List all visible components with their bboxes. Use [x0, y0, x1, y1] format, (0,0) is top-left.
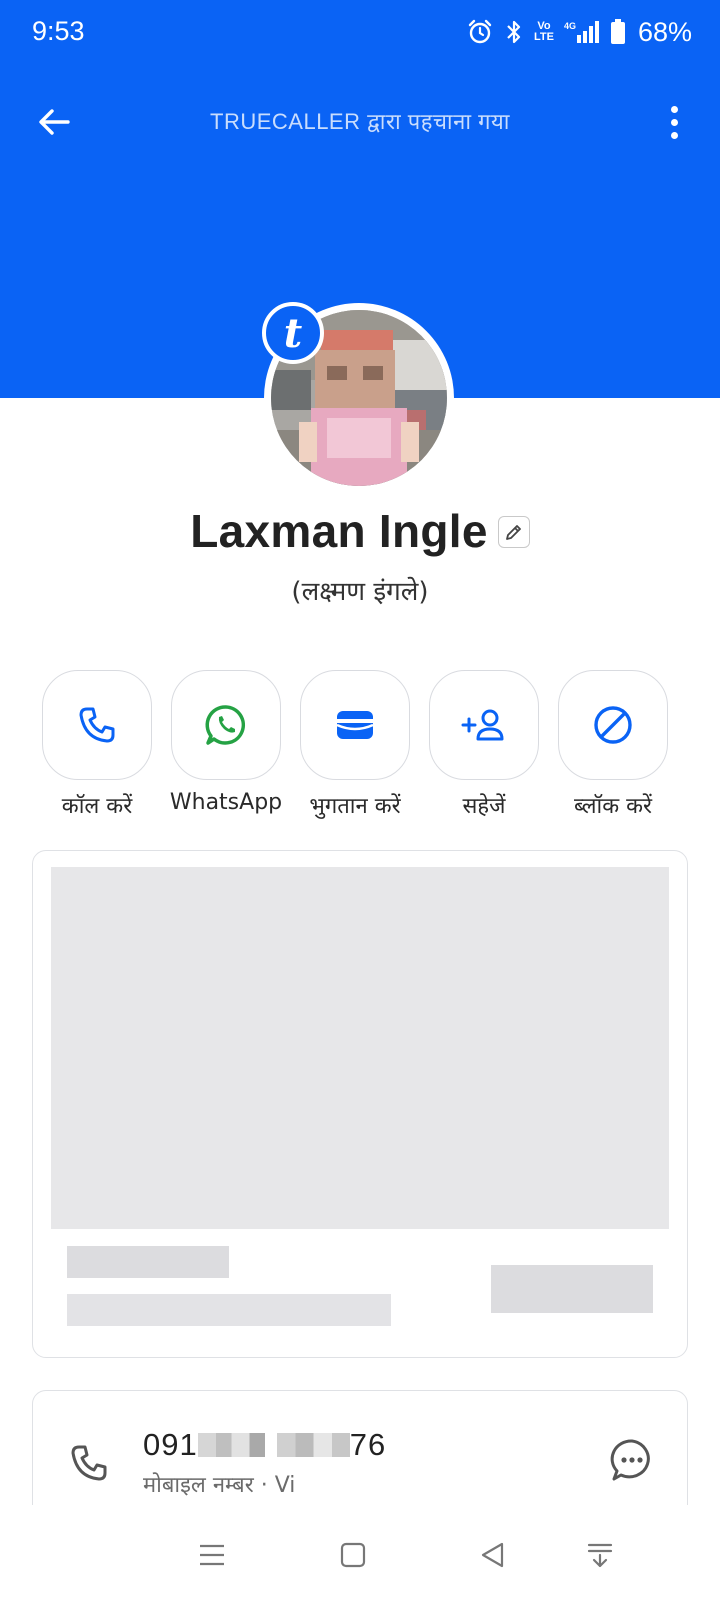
- home-nav-button[interactable]: [333, 1535, 373, 1575]
- wallet-icon: [336, 711, 374, 739]
- more-options-button[interactable]: [662, 100, 686, 144]
- message-button[interactable]: [609, 1437, 655, 1483]
- menu-nav-button[interactable]: [192, 1535, 232, 1575]
- whatsapp-button[interactable]: [171, 670, 281, 780]
- more-dot-icon: [670, 131, 678, 139]
- redacted-digits: [197, 1433, 350, 1457]
- identified-by-title: TRUECALLER द्वारा पहचाना गया: [210, 109, 510, 134]
- battery-icon: [610, 19, 625, 44]
- bluetooth-icon: [507, 20, 521, 44]
- contact-alt-name: (लक्ष्मण इंगले): [291, 577, 429, 607]
- truecaller-badge-icon: t: [262, 302, 324, 364]
- alarm-icon: [468, 19, 492, 44]
- notification-pull-button[interactable]: [580, 1535, 620, 1575]
- back-triangle-icon: [481, 1542, 504, 1568]
- pay-label: भुगतान करें: [309, 794, 401, 819]
- placeholder-button: [491, 1265, 653, 1313]
- name-row: Laxman Ingle: [0, 504, 720, 558]
- ad-placeholder-card: [32, 850, 688, 1358]
- back-nav-button[interactable]: [473, 1535, 513, 1575]
- pay-button[interactable]: [300, 670, 410, 780]
- block-action[interactable]: ब्लॉक करें: [548, 670, 678, 820]
- message-bubble-icon: [610, 1439, 650, 1481]
- call-button[interactable]: [42, 670, 152, 780]
- svg-text:4G: 4G: [564, 21, 576, 31]
- phone-icon: [79, 707, 115, 743]
- battery-percentage: 68%: [637, 16, 692, 47]
- whatsapp-label: WhatsApp: [169, 790, 283, 815]
- phone-number: 091 76: [143, 1427, 386, 1463]
- pencil-icon: [505, 525, 521, 540]
- home-square-icon: [340, 1542, 366, 1568]
- placeholder-subtitle: [67, 1294, 391, 1326]
- number-type-carrier: मोबाइल नम्बर · Vi: [143, 1473, 296, 1498]
- whatsapp-icon: [205, 705, 246, 745]
- block-button[interactable]: [558, 670, 668, 780]
- phone-icon: [71, 1445, 107, 1481]
- contact-name: Laxman Ingle: [190, 505, 488, 557]
- status-icons: Vo LTE 4G 68%: [466, 14, 692, 50]
- top-app-bar: TRUECALLER द्वारा पहचाना गया: [0, 88, 720, 152]
- status-bar: 9:53 Vo LTE 4G 68%: [0, 0, 720, 66]
- placeholder-title: [67, 1246, 229, 1278]
- status-time: 9:53: [32, 16, 85, 46]
- save-contact-button[interactable]: [429, 670, 539, 780]
- call-label: कॉल करें: [61, 794, 133, 819]
- menu-icon: [200, 1544, 224, 1566]
- phone-number-suffix: 76: [349, 1427, 387, 1462]
- signal-icon: 4G: [564, 21, 599, 43]
- save-action[interactable]: सहेजें: [419, 670, 549, 820]
- call-action[interactable]: कॉल करें: [32, 670, 162, 820]
- system-nav-bar: [0, 1515, 720, 1585]
- more-dot-icon: [670, 118, 678, 126]
- pay-action[interactable]: भुगतान करें: [290, 670, 420, 820]
- volte-icon: Vo LTE: [533, 20, 554, 43]
- whatsapp-action[interactable]: WhatsApp: [161, 670, 291, 815]
- block-label: ब्लॉक करें: [573, 794, 653, 819]
- action-row: कॉल करें WhatsApp भुगतान करें सहेजें ब्ल…: [42, 670, 682, 820]
- add-person-icon: [461, 709, 504, 741]
- save-label: सहेजें: [462, 794, 506, 819]
- call-number-button[interactable]: [67, 1441, 111, 1485]
- block-icon: [594, 706, 632, 744]
- phone-number-prefix: 091: [143, 1427, 198, 1462]
- placeholder-image: [51, 867, 669, 1229]
- pull-down-icon: [587, 1543, 613, 1568]
- edit-name-button[interactable]: [497, 516, 530, 548]
- more-dot-icon: [670, 105, 678, 113]
